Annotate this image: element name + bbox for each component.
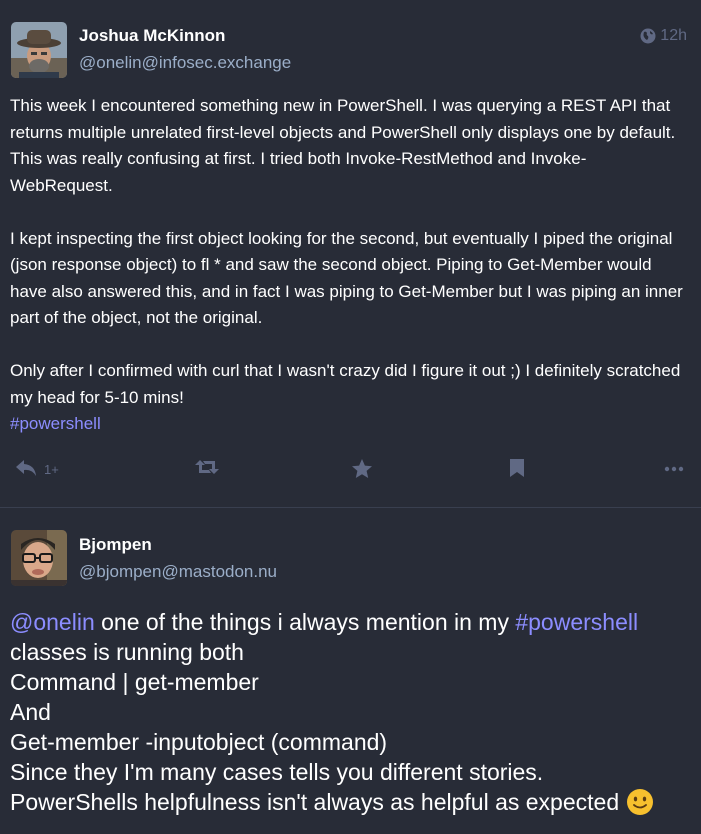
favourite-button[interactable] xyxy=(351,458,373,479)
post-paragraph: I kept inspecting the first object looki… xyxy=(10,228,683,328)
post-content: This week I encountered something new in… xyxy=(10,93,689,438)
status-action-bar: 1+ xyxy=(0,458,701,488)
status-post[interactable]: Bjompen @bjompen@mastodon.nu @onelin one… xyxy=(0,509,701,834)
globe-icon xyxy=(640,28,656,44)
post-line-text: PowerShells helpfulness isn't always as … xyxy=(10,789,620,815)
hashtag-link[interactable]: #powershell xyxy=(515,609,638,635)
post-content: @onelin one of the things i always menti… xyxy=(10,607,689,817)
post-timestamp[interactable]: 12h xyxy=(640,27,687,45)
more-icon xyxy=(664,458,684,478)
author-handle[interactable]: @onelin@infosec.exchange xyxy=(79,53,291,73)
bookmark-icon xyxy=(508,458,526,478)
author-display-name[interactable]: Bjompen xyxy=(79,535,152,555)
post-text: one of the things i always mention in my xyxy=(94,609,516,635)
author-avatar[interactable] xyxy=(11,530,67,586)
post-line: classes is running both xyxy=(10,639,244,665)
post-first-line: @onelin one of the things i always menti… xyxy=(10,607,689,637)
mention-link[interactable]: @onelin xyxy=(10,609,95,635)
post-line: Since they I'm many cases tells you diff… xyxy=(10,759,544,785)
boost-button[interactable] xyxy=(194,458,220,476)
more-button[interactable] xyxy=(664,458,684,478)
reply-icon xyxy=(14,458,38,478)
bookmark-button[interactable] xyxy=(508,458,526,478)
timeline: Joshua McKinnon @onelin@infosec.exchange… xyxy=(0,0,701,834)
author-handle[interactable]: @bjompen@mastodon.nu xyxy=(79,562,277,582)
boost-icon xyxy=(194,458,220,476)
post-line: Get-member -inputobject (command) xyxy=(10,729,388,755)
status-post[interactable]: Joshua McKinnon @onelin@infosec.exchange… xyxy=(0,0,701,508)
hashtag-link[interactable]: #powershell xyxy=(10,414,101,433)
reply-count: 1+ xyxy=(44,461,59,477)
post-line: And xyxy=(10,699,51,725)
post-line: Command | get-member xyxy=(10,669,259,695)
post-paragraph: This week I encountered something new in… xyxy=(10,96,676,195)
post-last-line: PowerShells helpfulness isn't always as … xyxy=(10,787,689,817)
post-paragraph-text: Only after I confirmed with curl that I … xyxy=(10,361,681,407)
author-display-name[interactable]: Joshua McKinnon xyxy=(79,26,225,46)
timestamp-text: 12h xyxy=(660,27,687,44)
star-icon xyxy=(351,458,373,479)
post-paragraph: Only after I confirmed with curl that I … xyxy=(10,358,689,438)
reply-button[interactable]: 1+ xyxy=(14,458,59,478)
slightly-smiling-face-icon xyxy=(626,788,654,816)
author-avatar[interactable] xyxy=(11,22,67,78)
